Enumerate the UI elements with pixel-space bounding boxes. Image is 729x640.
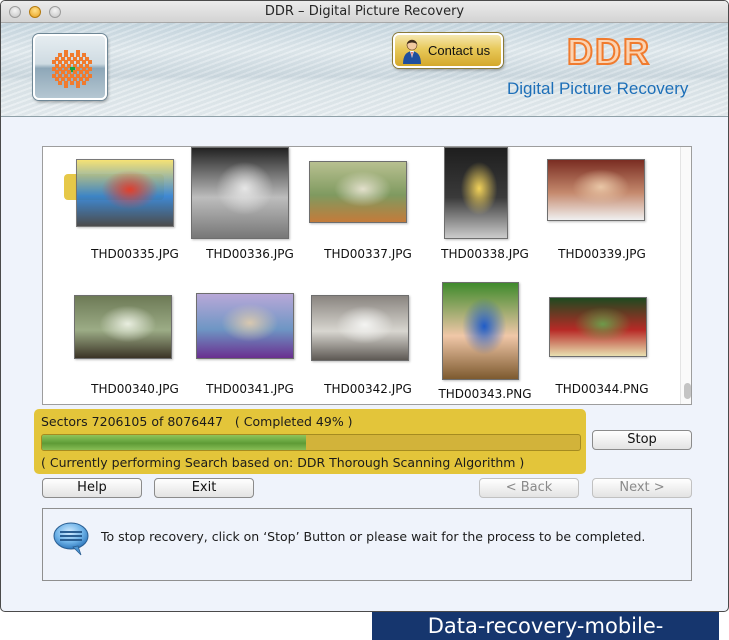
photo-thumbnail-item[interactable]: THD00338.JPG <box>426 147 544 277</box>
header-banner: Contact us DDR Digital Picture Recovery <box>1 23 728 117</box>
stop-button[interactable]: Stop <box>592 430 692 450</box>
info-message-panel: To stop recovery, click on ‘Stop’ Button… <box>42 508 692 581</box>
photo-thumbnail-image[interactable] <box>547 159 645 221</box>
photo-thumbnail-item[interactable]: THD00340.JPG <box>74 282 194 404</box>
photo-thumbnail-image[interactable] <box>442 282 519 380</box>
photo-thumbnail-image[interactable] <box>191 147 289 239</box>
logo-pixel <box>76 84 80 88</box>
photo-thumbnail-item[interactable]: THD00341.JPG <box>191 282 309 404</box>
photo-thumbnail-item[interactable]: THD00337.JPG <box>309 147 427 277</box>
photo-thumbnail-item[interactable]: THD00335.JPG <box>76 147 194 277</box>
photo-thumbnail-image[interactable] <box>311 295 409 361</box>
scan-progress-panel: Sectors 7206105 of 8076447 ( Completed 4… <box>34 409 586 474</box>
minimize-window-button[interactable] <box>29 6 41 18</box>
photo-filename: THD00344.PNG <box>555 382 649 396</box>
logo-pixel <box>82 80 86 85</box>
photo-thumbnail-image[interactable] <box>309 161 407 223</box>
app-window: DDR – Digital Picture Recovery Contact u… <box>0 0 729 612</box>
logo-pixel <box>70 80 74 85</box>
zoom-window-button[interactable] <box>49 6 61 18</box>
ddr-logo-icon <box>33 34 107 100</box>
logo-pixel <box>64 84 68 88</box>
scan-progress-fill <box>42 435 306 450</box>
gallery-scrollbar-thumb[interactable] <box>684 383 691 399</box>
photo-thumbnail-item[interactable]: THD00343.PNG <box>426 282 544 404</box>
contact-us-button[interactable]: Contact us <box>393 33 503 68</box>
scan-algorithm-status: ( Currently performing Search based on: … <box>41 455 525 470</box>
logo-pattern <box>52 50 92 88</box>
photo-thumbnail-image[interactable] <box>549 297 647 357</box>
recovered-photos-gallery[interactable]: THD00335.JPG THD00336.JPG THD00337.JPG THD0… <box>42 146 692 405</box>
photo-thumbnail-item[interactable]: THD00339.JPG <box>543 147 661 277</box>
logo-pixel <box>58 80 62 85</box>
photo-thumbnail-item[interactable]: THD00336.JPG <box>191 147 309 277</box>
photo-thumbnail-image[interactable] <box>74 295 172 359</box>
brand-mark: DDR <box>566 30 651 73</box>
speech-bubble-icon <box>53 522 89 556</box>
photo-filename: THD00339.JPG <box>558 247 646 261</box>
exit-button[interactable]: Exit <box>154 478 254 498</box>
back-button[interactable]: < Back <box>479 478 579 498</box>
info-message: To stop recovery, click on ‘Stop’ Button… <box>101 529 646 544</box>
help-button[interactable]: Help <box>42 478 142 498</box>
title-bar: DDR – Digital Picture Recovery <box>1 1 728 23</box>
brand-subtitle: Digital Picture Recovery <box>507 79 689 98</box>
photo-thumbnail-image[interactable] <box>444 147 508 239</box>
contact-us-label: Contact us <box>428 43 491 58</box>
person-icon <box>403 39 421 64</box>
photo-thumbnail-image[interactable] <box>76 159 174 227</box>
close-window-button[interactable] <box>9 6 21 18</box>
photo-thumbnail-item[interactable]: THD00344.PNG <box>543 282 661 404</box>
sectors-status: Sectors 7206105 of 8076447 ( Completed 4… <box>41 414 353 429</box>
window-title: DDR – Digital Picture Recovery <box>264 4 465 19</box>
website-watermark: Data-recovery-mobile-phone.com <box>372 612 719 640</box>
gallery-scrollbar[interactable] <box>680 147 691 404</box>
photo-thumbnail-image[interactable] <box>196 293 294 359</box>
scan-progress-bar <box>41 434 581 451</box>
photo-thumbnail-item[interactable]: THD00342.JPG <box>309 282 427 404</box>
next-button[interactable]: Next > <box>592 478 692 498</box>
